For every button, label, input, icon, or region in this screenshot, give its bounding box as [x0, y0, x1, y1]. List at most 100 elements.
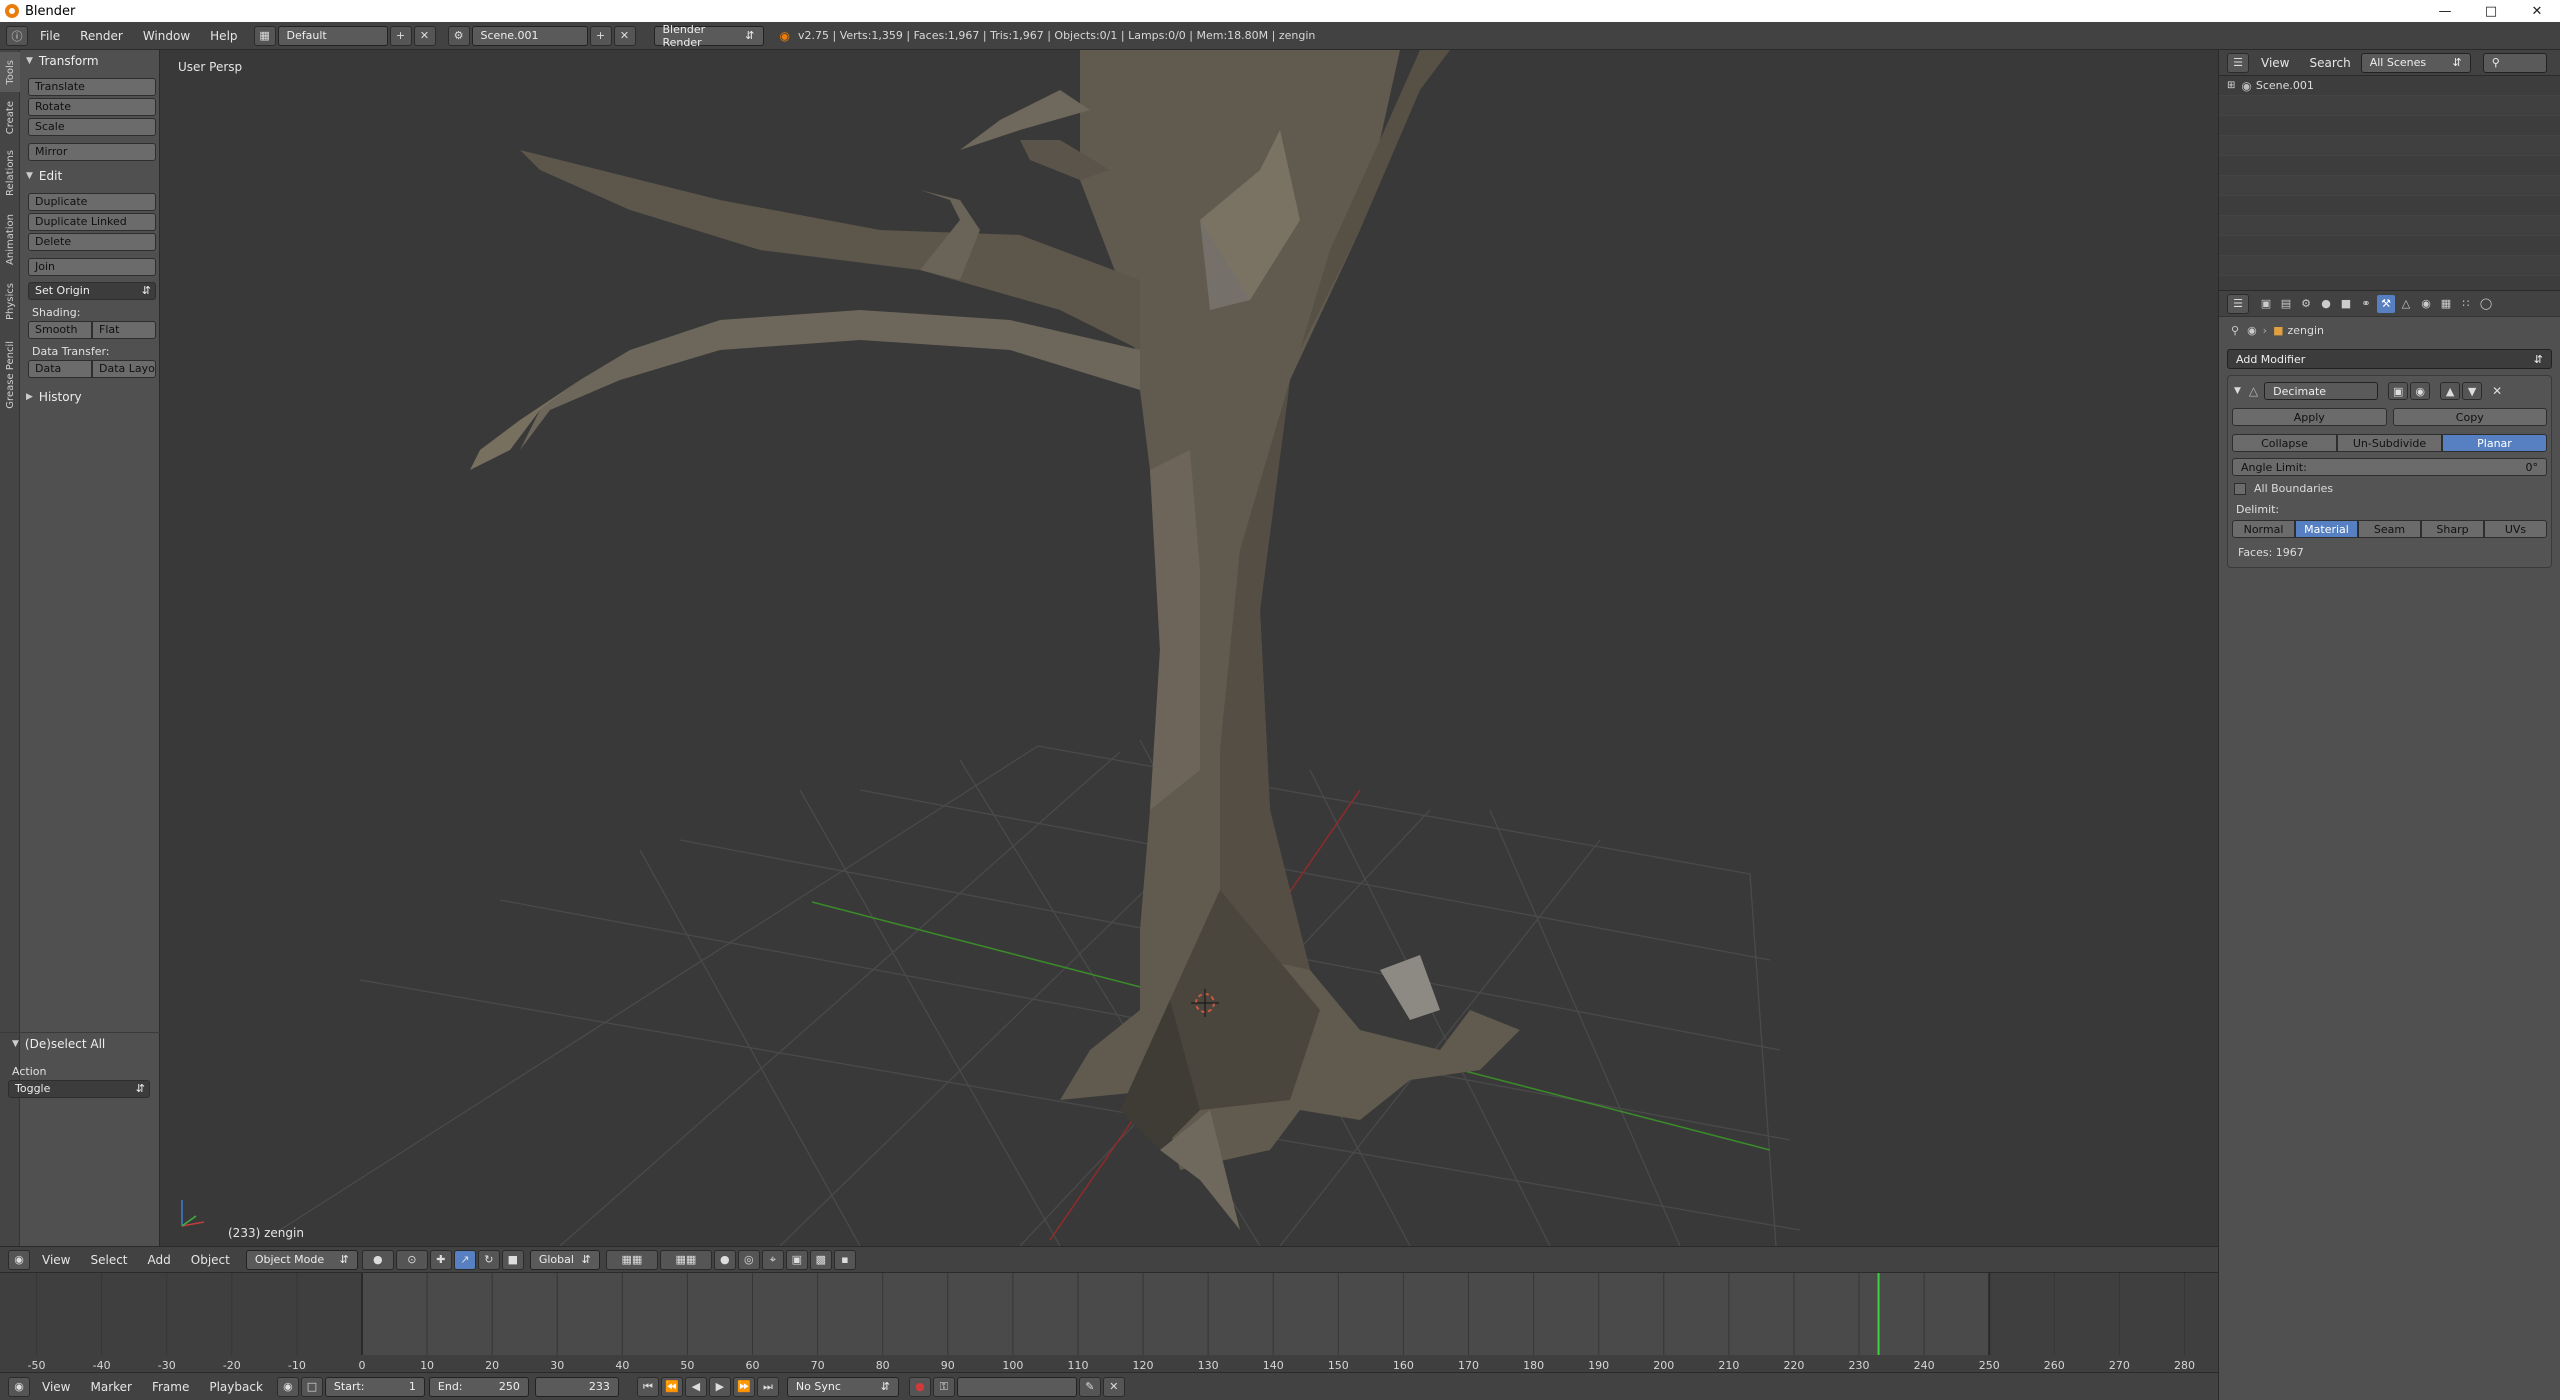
end-frame-field[interactable]: End: 250	[428, 1376, 529, 1397]
shading-flat-button[interactable]: Flat	[92, 321, 156, 339]
tab-create[interactable]: Create	[0, 96, 20, 140]
angle-limit-field[interactable]: Angle Limit: 0°	[2232, 458, 2547, 476]
jump-keyframe-back-icon[interactable]: ⏪	[660, 1376, 683, 1397]
snap-icon[interactable]: ⌖	[761, 1249, 784, 1270]
keying-set-icon[interactable]: ⚿	[932, 1376, 955, 1397]
proportional-edit-icon[interactable]: ◎	[737, 1249, 760, 1270]
menu-select[interactable]: Select	[80, 1253, 137, 1267]
physics-tab-icon[interactable]: ◯	[2477, 295, 2495, 313]
orientation-select[interactable]: Global ⇵	[529, 1249, 600, 1270]
layers-grid-2-icon[interactable]: ▦▦	[659, 1249, 712, 1270]
delimit-uvs-tab[interactable]: UVs	[2484, 520, 2547, 538]
tab-relations[interactable]: Relations	[0, 144, 20, 202]
outliner-search-input[interactable]: ⚲	[2482, 52, 2547, 73]
render-engine-select[interactable]: Blender Render ⇵	[653, 23, 764, 49]
add-screen-icon[interactable]: +	[389, 25, 412, 46]
set-origin-select[interactable]: Set Origin ⇵	[28, 282, 156, 300]
jump-keyframe-forward-icon[interactable]: ⏩	[732, 1376, 755, 1397]
menu-file[interactable]: File	[30, 29, 70, 43]
tab-physics[interactable]: Physics	[0, 276, 20, 326]
editor-type-properties-icon[interactable]: ☰	[2227, 293, 2249, 314]
mode-select[interactable]: Object Mode ⇵	[245, 1249, 358, 1270]
maximize-icon[interactable]: □	[2468, 0, 2514, 22]
material-tab-icon[interactable]: ◉	[2417, 295, 2435, 313]
scene-tab-icon[interactable]: ⚙	[2297, 295, 2315, 313]
action-select[interactable]: Toggle ⇵	[8, 1080, 150, 1098]
manipulator-toggle-icon[interactable]: ✚	[429, 1249, 452, 1270]
preview-range-icon[interactable]: ◉	[276, 1376, 299, 1397]
remove-screen-icon[interactable]: ✕	[413, 25, 436, 46]
rotate-button[interactable]: Rotate	[28, 98, 156, 116]
modifiers-tab-icon[interactable]: ⚒	[2377, 294, 2395, 313]
menu-render[interactable]: Render	[70, 29, 133, 43]
scene-icon[interactable]: ⚙	[447, 25, 470, 46]
duplicate-linked-button[interactable]: Duplicate Linked	[28, 213, 156, 231]
3d-viewport[interactable]: User Persp (233) zengin	[160, 50, 2218, 1246]
jump-end-icon[interactable]: ⏭	[756, 1376, 779, 1397]
screen-layout-icon[interactable]: ▦	[253, 25, 276, 46]
particles-tab-icon[interactable]: ∷	[2457, 295, 2475, 313]
deselect-all-header[interactable]: ▼ (De)select All	[0, 1033, 160, 1055]
scale-manipulator-icon[interactable]: ■	[501, 1249, 524, 1270]
translate-button[interactable]: Translate	[28, 78, 156, 96]
mode-unsubdivide-tab[interactable]: Un-Subdivide	[2337, 434, 2442, 452]
editor-type-3d-icon[interactable]: ◉	[8, 1249, 30, 1270]
move-down-icon[interactable]: ▼	[2462, 382, 2483, 400]
insert-keyframe-icon[interactable]: ✎	[1078, 1376, 1101, 1397]
show-in-viewport-icon[interactable]: ◉	[2410, 382, 2431, 400]
delimit-sharp-tab[interactable]: Sharp	[2421, 520, 2484, 538]
translate-manipulator-icon[interactable]: ↗	[453, 1249, 476, 1270]
show-in-render-icon[interactable]: ▣	[2388, 382, 2409, 400]
pivot-point-icon[interactable]: ⊙	[395, 1249, 428, 1270]
delete-keyframe-icon[interactable]: ✕	[1102, 1376, 1125, 1397]
menu-window[interactable]: Window	[133, 29, 200, 43]
data-tab-icon[interactable]: △	[2397, 295, 2415, 313]
join-button[interactable]: Join	[28, 258, 156, 276]
rotate-manipulator-icon[interactable]: ↻	[477, 1249, 500, 1270]
menu-view[interactable]: View	[32, 1253, 80, 1267]
add-scene-icon[interactable]: +	[589, 25, 612, 46]
render-layers-tab-icon[interactable]: ▤	[2277, 295, 2295, 313]
tab-tools[interactable]: Tools	[0, 52, 20, 92]
scale-button[interactable]: Scale	[28, 118, 156, 136]
history-panel-header[interactable]: ▶ History	[22, 386, 158, 408]
current-frame-field[interactable]: 233	[534, 1376, 619, 1397]
object-tab-icon[interactable]: ■	[2337, 295, 2355, 313]
jump-start-icon[interactable]: ⏮	[636, 1376, 659, 1397]
menu-outliner-search[interactable]: Search	[2299, 56, 2360, 70]
sync-select[interactable]: No Sync ⇵	[786, 1376, 899, 1397]
modifier-name-field[interactable]: Decimate	[2264, 382, 2379, 400]
expand-plus-icon[interactable]: ⊞	[2227, 80, 2235, 91]
menu-add[interactable]: Add	[138, 1253, 181, 1267]
play-reverse-icon[interactable]: ◀	[684, 1376, 707, 1397]
menu-object[interactable]: Object	[181, 1253, 240, 1267]
transform-panel-header[interactable]: ▼ Transform	[22, 50, 158, 72]
layers-grid-icon[interactable]: ▦▦	[605, 1249, 658, 1270]
pin-icon[interactable]: ⚲	[2231, 324, 2239, 337]
data-transfer-button[interactable]: Data	[28, 360, 92, 378]
menu-help[interactable]: Help	[200, 29, 247, 43]
shading-smooth-button[interactable]: Smooth	[28, 321, 92, 339]
render-preview-icon[interactable]: ▩	[809, 1249, 832, 1270]
outliner-item-scene[interactable]: Scene.001	[2256, 79, 2314, 92]
apply-button[interactable]: Apply	[2232, 408, 2387, 426]
delimit-material-tab[interactable]: Material	[2295, 520, 2358, 538]
viewport-shading-icon[interactable]: ●	[361, 1249, 394, 1270]
editor-type-outliner-icon[interactable]: ☰	[2227, 52, 2249, 73]
minimize-icon[interactable]: —	[2422, 0, 2468, 22]
menu-outliner-view[interactable]: View	[2251, 56, 2299, 70]
tab-animation[interactable]: Animation	[0, 206, 20, 272]
duplicate-button[interactable]: Duplicate	[28, 193, 156, 211]
mode-planar-tab[interactable]: Planar	[2442, 434, 2547, 452]
add-modifier-select[interactable]: Add Modifier ⇵	[2227, 349, 2552, 369]
all-boundaries-checkbox[interactable]	[2234, 482, 2246, 495]
outliner-row[interactable]: ⊞ ◉ Scene.001	[2219, 76, 2560, 96]
play-icon[interactable]: ▶	[708, 1376, 731, 1397]
remove-modifier-icon[interactable]: ✕	[2492, 384, 2502, 398]
move-up-icon[interactable]: ▲	[2440, 382, 2461, 400]
delimit-normal-tab[interactable]: Normal	[2232, 520, 2295, 538]
copy-button[interactable]: Copy	[2392, 408, 2547, 426]
remove-scene-icon[interactable]: ✕	[613, 25, 636, 46]
opengl-render-icon[interactable]: ▪	[833, 1249, 856, 1270]
constraints-tab-icon[interactable]: ⚭	[2357, 295, 2375, 313]
